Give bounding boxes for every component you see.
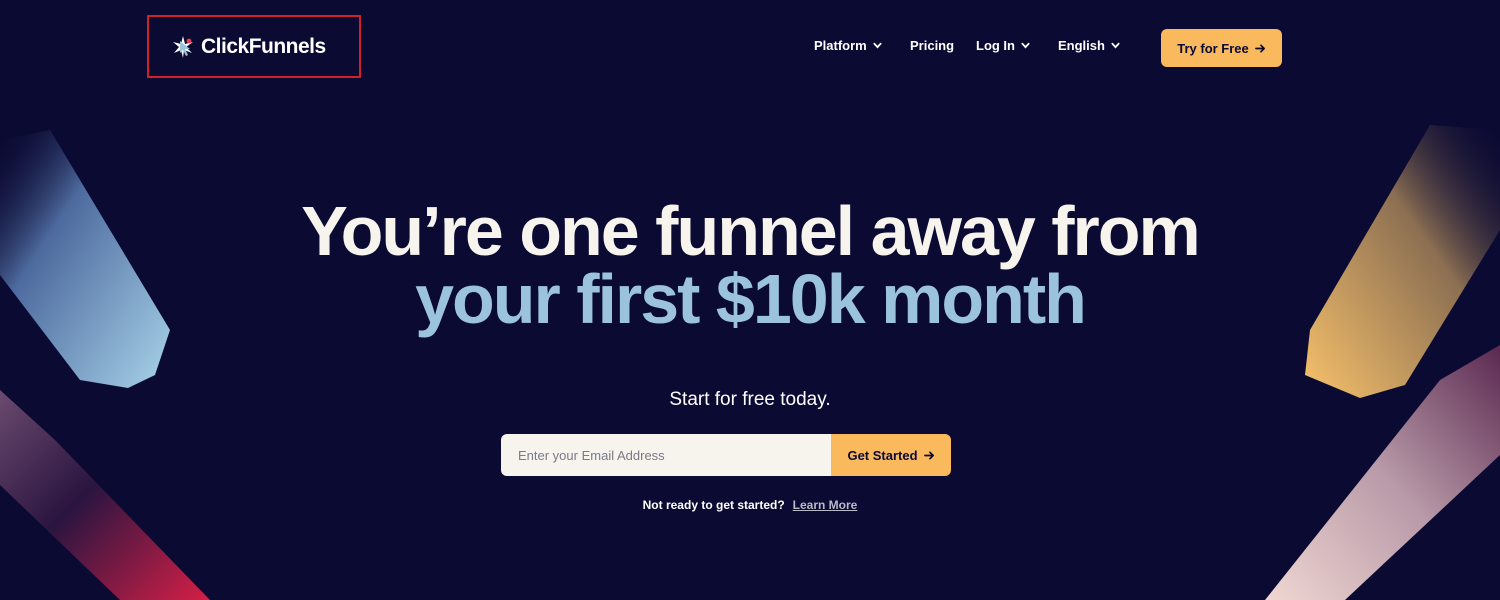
hero-headline-line1: You’re one funnel away from: [301, 192, 1201, 270]
not-ready-prompt: Not ready to get started? Learn More: [0, 498, 1500, 512]
learn-more-link[interactable]: Learn More: [793, 498, 858, 512]
nav-item-login[interactable]: Log In: [976, 38, 1030, 53]
site-header: ClickFunnels Platform Pricing Log In Eng…: [0, 0, 1500, 95]
nav-item-label: Pricing: [910, 38, 955, 53]
try-for-free-label: Try for Free: [1177, 40, 1249, 56]
not-ready-text: Not ready to get started?: [642, 498, 785, 512]
arrow-right-icon: [1254, 43, 1265, 53]
nav-item-pricing[interactable]: Pricing: [910, 38, 954, 53]
chevron-down-icon: [1111, 42, 1120, 49]
chevron-down-icon: [873, 42, 882, 49]
nav-item-platform[interactable]: Platform: [814, 38, 882, 53]
signup-form: Get Started: [501, 434, 951, 476]
chevron-down-icon: [1021, 42, 1030, 49]
get-started-button[interactable]: Get Started: [831, 434, 951, 476]
nav-item-language[interactable]: English: [1058, 38, 1120, 53]
hero-subheading: Start for free today.: [669, 389, 831, 410]
nav-item-label: Log In: [976, 38, 1015, 53]
hero-headline-line2: your first $10k month: [415, 260, 1087, 338]
email-input[interactable]: [501, 434, 831, 476]
get-started-label: Get Started: [847, 447, 918, 463]
try-for-free-button[interactable]: Try for Free: [1161, 29, 1282, 67]
nav-item-label: English: [1058, 38, 1105, 53]
nav-item-label: Platform: [814, 38, 867, 53]
arrow-right-icon: [923, 450, 934, 460]
